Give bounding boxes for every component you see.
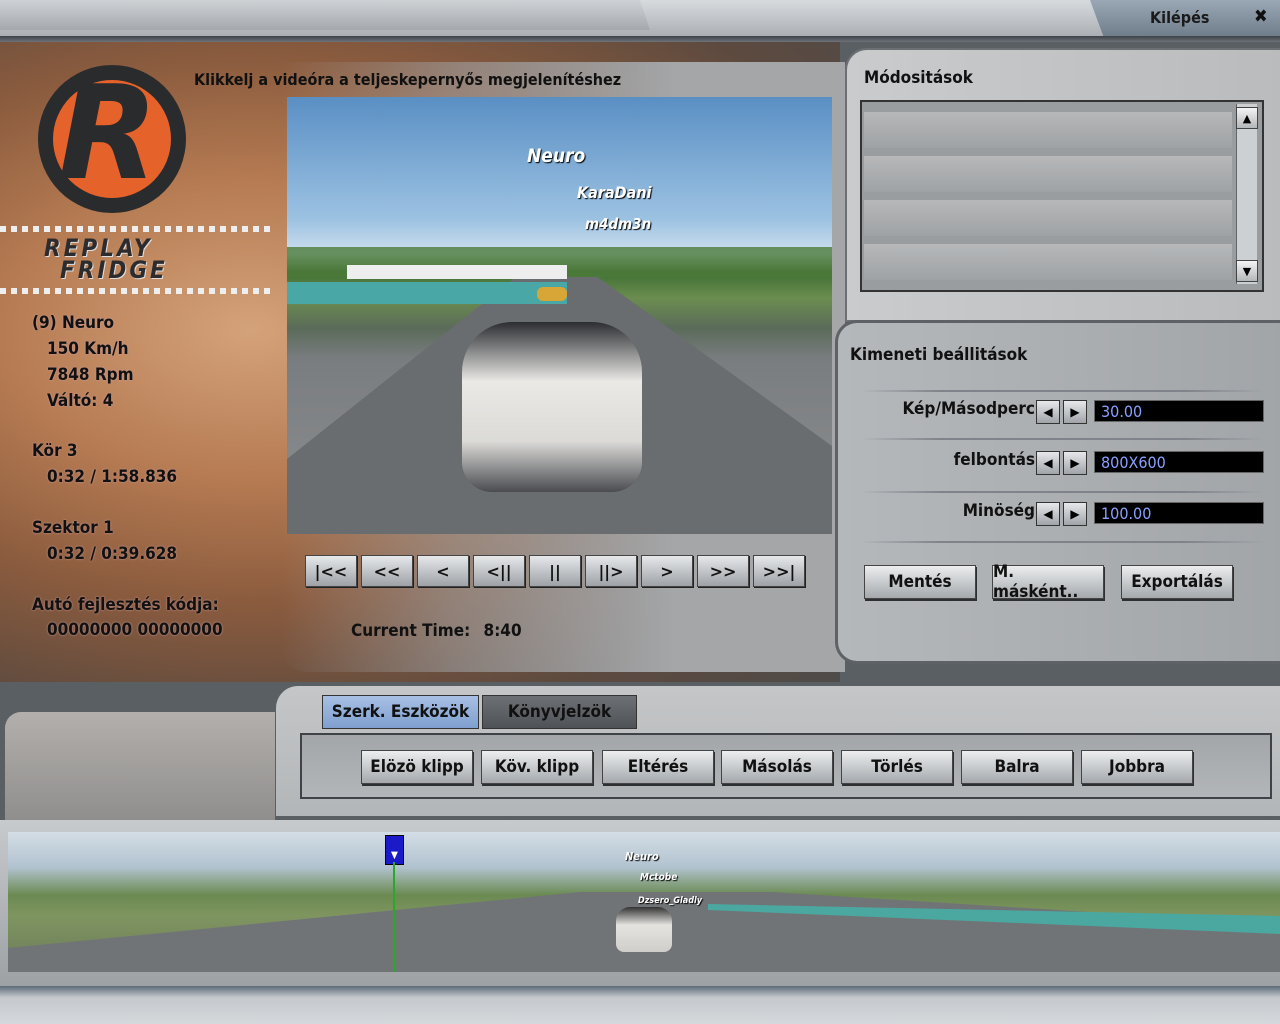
bottom-bar	[0, 986, 1280, 1024]
video-hint: Klikkelj a videóra a teljeskepernyős meg…	[194, 70, 622, 89]
chevron-down-icon[interactable]: ▼	[1236, 260, 1258, 282]
current-time-label: Current Time:	[351, 621, 471, 641]
divider	[860, 541, 1265, 543]
top-bar-left-segment	[0, 0, 650, 30]
list-item[interactable]	[864, 156, 1232, 192]
tab-bookmarks[interactable]: Könyvjelzök	[482, 695, 637, 729]
car-ahead	[537, 287, 567, 301]
divider	[860, 438, 1265, 440]
quality-label: Minöség	[962, 501, 1035, 521]
timeline-car	[616, 907, 672, 952]
rewind-button[interactable]: <	[417, 555, 469, 587]
deviation-button[interactable]: Eltérés	[602, 750, 714, 784]
list-item[interactable]	[864, 200, 1232, 236]
name-tag: KaraDani	[577, 183, 652, 202]
left-button[interactable]: Balra	[961, 750, 1073, 784]
divider	[860, 491, 1265, 493]
editor-left-panel	[5, 712, 275, 827]
copy-button[interactable]: Másolás	[721, 750, 833, 784]
name-tag: Neuro	[625, 850, 659, 863]
fps-label: Kép/Másodperc	[902, 399, 1035, 419]
prev-clip-button[interactable]: Elözö klipp	[361, 750, 473, 784]
modifications-title: Módositások	[864, 68, 973, 88]
driver-rpm: 7848 Rpm	[47, 365, 134, 385]
tab-edit-tools[interactable]: Szerk. Eszközök	[322, 695, 479, 729]
name-tag: Neuro	[527, 145, 586, 167]
current-time: Current Time: 8:40	[351, 621, 522, 641]
skip-to-start-button[interactable]: |<<	[305, 555, 357, 587]
next-clip-button[interactable]: Köv. klipp	[481, 750, 593, 784]
logo-text-line2: FRIDGE	[60, 256, 168, 284]
chevron-left-icon[interactable]: ◀	[1036, 451, 1060, 475]
chevron-right-icon[interactable]: ▶	[1063, 400, 1087, 424]
step-forward-button[interactable]: ||>	[585, 555, 637, 587]
upgrade-code: 00000000 00000000	[47, 620, 223, 640]
fast-rewind-button[interactable]: <<	[361, 555, 413, 587]
chevron-up-icon[interactable]: ▲	[1236, 107, 1258, 129]
fast-forward-button[interactable]: >>	[697, 555, 749, 587]
close-icon[interactable]: ✖	[1254, 6, 1268, 27]
lap-label: Kör 3	[32, 441, 78, 461]
timeline-marker[interactable]: ▼	[385, 835, 404, 865]
delete-button[interactable]: Törlés	[841, 750, 953, 784]
timeline-strip[interactable]: Neuro Mctobe Dzsero_Gladly	[8, 832, 1280, 972]
driver-name: (9) Neuro	[32, 313, 115, 333]
chevron-right-icon[interactable]: ▶	[1063, 502, 1087, 526]
chevron-left-icon[interactable]: ◀	[1036, 502, 1060, 526]
name-tag: Dzsero_Gladly	[638, 896, 703, 906]
skip-to-end-button[interactable]: >>|	[753, 555, 805, 587]
list-item[interactable]	[864, 112, 1232, 148]
sector-time: 0:32 / 0:39.628	[47, 544, 178, 564]
chevron-right-icon[interactable]: ▶	[1063, 451, 1087, 475]
name-tag: m4dm3n	[585, 215, 652, 233]
logo-letter-icon: R	[58, 57, 159, 209]
step-back-button[interactable]: <||	[473, 555, 525, 587]
pause-button[interactable]: ||	[529, 555, 581, 587]
exit-button[interactable]: Kilépés	[1150, 8, 1209, 27]
chevron-left-icon[interactable]: ◀	[1036, 400, 1060, 424]
car	[462, 322, 642, 492]
quality-value[interactable]: 100.00	[1094, 502, 1264, 524]
banner	[347, 265, 567, 279]
replay-video[interactable]: Neuro KaraDani m4dm3n	[287, 97, 832, 534]
resolution-value[interactable]: 800X600	[1094, 451, 1264, 473]
save-button[interactable]: Mentés	[864, 565, 976, 599]
resolution-label: felbontás	[953, 450, 1035, 470]
timeline-marker-line	[393, 862, 395, 972]
driver-speed: 150 Km/h	[47, 339, 129, 359]
driver-gear: Váltó: 4	[47, 391, 114, 411]
list-item[interactable]	[864, 244, 1232, 280]
save-as-button[interactable]: M. másként..	[992, 562, 1104, 602]
output-settings-title: Kimeneti beállitások	[850, 345, 1028, 365]
name-tag: Mctobe	[640, 872, 678, 883]
divider	[860, 390, 1265, 392]
export-button[interactable]: Exportálás	[1121, 565, 1233, 599]
sector-label: Szektor 1	[32, 518, 114, 538]
right-button[interactable]: Jobbra	[1081, 750, 1193, 784]
current-time-value: 8:40	[483, 621, 522, 641]
modifications-scrollbar[interactable]	[1236, 104, 1257, 284]
upgrade-label: Autó fejlesztés kódja:	[32, 595, 219, 615]
lap-time: 0:32 / 1:58.836	[47, 467, 178, 487]
logo-dots-bottom	[0, 288, 270, 294]
play-button[interactable]: >	[641, 555, 693, 587]
barrier	[287, 282, 567, 304]
logo-dots-top	[0, 226, 270, 232]
fps-value[interactable]: 30.00	[1094, 400, 1264, 422]
